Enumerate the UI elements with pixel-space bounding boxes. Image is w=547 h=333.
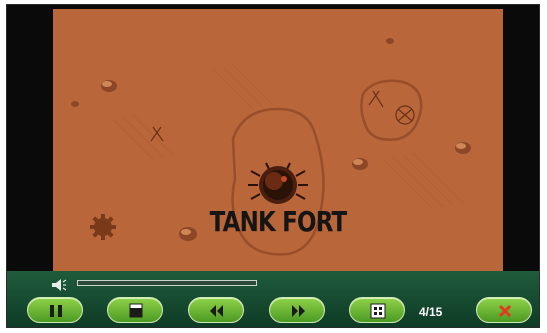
seek-bar[interactable] [77, 280, 257, 286]
fullscreen-button[interactable] [349, 297, 405, 323]
video-player: TANK FORT 4/15 [6, 4, 540, 328]
stop-icon [129, 303, 143, 318]
control-bar: 4/15 [7, 271, 539, 327]
close-button[interactable] [476, 297, 532, 323]
speaker-icon[interactable] [51, 278, 67, 292]
fullscreen-icon [370, 303, 386, 319]
rewind-icon [210, 305, 223, 317]
game-title: TANK FORT [209, 205, 348, 238]
fast-forward-icon [292, 305, 305, 317]
stop-button[interactable] [107, 297, 163, 323]
page-counter: 4/15 [419, 305, 443, 319]
fast-forward-button[interactable] [269, 297, 325, 323]
close-icon [498, 304, 512, 318]
pause-button[interactable] [27, 297, 83, 323]
pause-icon [50, 305, 62, 317]
rewind-button[interactable] [188, 297, 244, 323]
video-frame[interactable]: TANK FORT [53, 9, 503, 271]
